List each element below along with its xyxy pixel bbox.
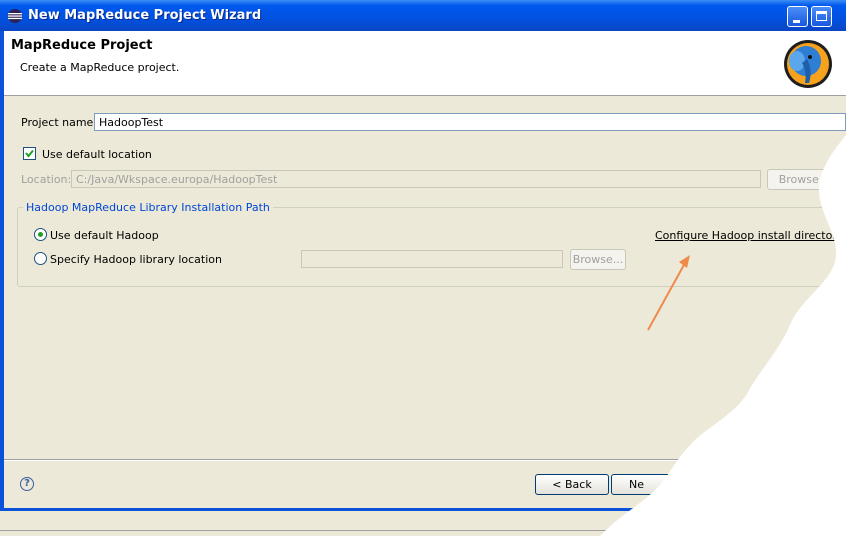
use-default-hadoop-radio[interactable] [34, 228, 47, 241]
title-bar[interactable]: New MapReduce Project Wizard [0, 0, 846, 31]
hadoop-library-group [17, 207, 846, 287]
location-input[interactable]: C:/Java/Wkspace.europa/HadoopTest [71, 170, 761, 188]
specify-hadoop-radio[interactable] [34, 252, 47, 265]
radio-selected-dot [38, 232, 43, 237]
checkmark-icon [25, 149, 34, 158]
hadoop-library-group-title: Hadoop MapReduce Library Installation Pa… [23, 201, 273, 214]
configure-hadoop-link[interactable]: Configure Hadoop install directory... [655, 229, 846, 242]
minimize-button[interactable] [787, 6, 808, 27]
minimize-icon [793, 20, 800, 23]
background-window [0, 511, 846, 536]
project-name-input[interactable]: HadoopTest [94, 113, 846, 131]
header-separator [4, 95, 846, 96]
window-title: New MapReduce Project Wizard [28, 8, 262, 23]
wizard-header: MapReduce Project Create a MapReduce pro… [4, 31, 846, 95]
maximize-button[interactable] [811, 6, 832, 27]
dialog-body: MapReduce Project Create a MapReduce pro… [4, 31, 846, 508]
hadoop-library-path-input[interactable] [301, 250, 563, 268]
location-browse-button[interactable]: Browse... [767, 169, 841, 190]
hadoop-elephant-icon [777, 37, 833, 89]
help-icon[interactable]: ? [20, 477, 34, 491]
page-title: MapReduce Project [11, 38, 153, 53]
hadoop-browse-button[interactable]: Browse... [570, 249, 626, 270]
use-default-location-label: Use default location [42, 148, 152, 161]
background-divider [0, 530, 846, 531]
project-name-label: Project name: [21, 116, 98, 129]
eclipse-icon [7, 8, 23, 24]
maximize-icon [816, 11, 827, 21]
back-button[interactable]: < Back [535, 474, 609, 495]
use-default-location-checkbox[interactable] [23, 147, 36, 160]
use-default-hadoop-label: Use default Hadoop [50, 229, 159, 242]
next-button[interactable]: Ne [611, 474, 685, 495]
specify-hadoop-label: Specify Hadoop library location [50, 253, 222, 266]
page-subtitle: Create a MapReduce project. [20, 61, 180, 74]
location-label: Location: [21, 173, 72, 186]
footer-separator-highlight [4, 460, 846, 461]
